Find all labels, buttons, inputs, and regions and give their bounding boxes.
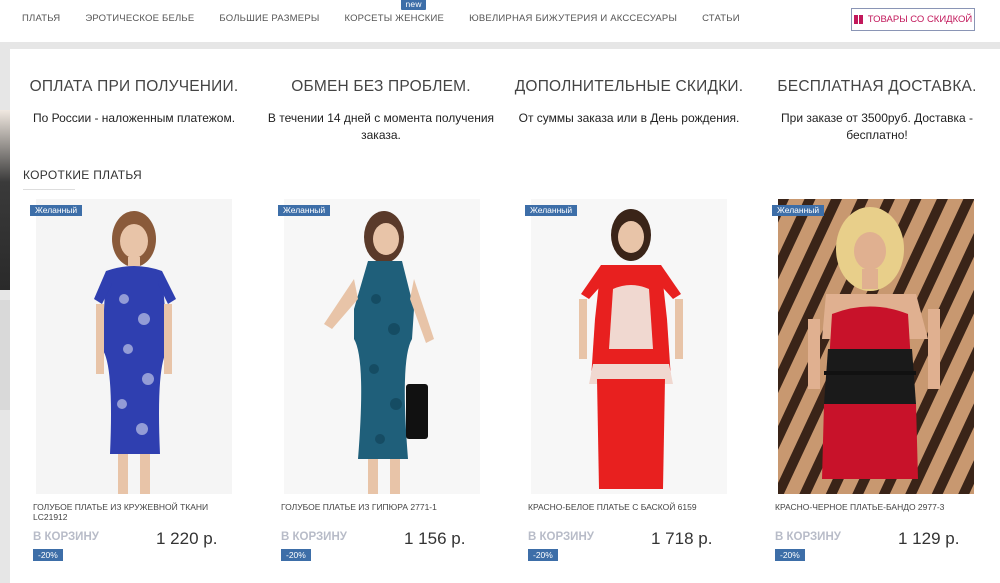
discount-badge: -20%	[281, 549, 311, 561]
section-divider	[23, 189, 75, 190]
feature-title: ОПЛАТА ПРИ ПОЛУЧЕНИИ.	[29, 78, 239, 95]
product-name[interactable]: ГОЛУБОЕ ПЛАТЬЕ ИЗ ГИПЮРА 2771-1	[281, 502, 486, 512]
nav-item-articles[interactable]: СТАТЬИ	[702, 13, 740, 24]
add-to-cart-button[interactable]: В КОРЗИНУ	[775, 531, 841, 543]
sale-items-button[interactable]: ТОВАРЫ СО СКИДКОЙ	[851, 8, 975, 31]
product-tag: Желанный	[30, 205, 83, 216]
feature-delivery: БЕСПЛАТНАЯ ДОСТАВКА. При заказе от 3500р…	[762, 78, 992, 144]
nav-item-corsets[interactable]: КОРСЕТЫ ЖЕНСКИЕ new	[344, 0, 445, 24]
product-tag: Желанный	[772, 205, 825, 216]
nav-item-dresses[interactable]: ПЛАТЬЯ	[22, 13, 60, 24]
top-navigation-bar: ПЛАТЬЯ ЭРОТИЧЕСКОЕ БЕЛЬЕ БОЛЬШИЕ РАЗМЕРЫ…	[0, 0, 1000, 42]
section-title: КОРОТКИЕ ПЛАТЬЯ	[23, 168, 142, 182]
product-price: 1 220 р.	[156, 529, 218, 548]
product-name[interactable]: ГОЛУБОЕ ПЛАТЬЕ ИЗ КРУЖЕВНОЙ ТКАНИ LC2191…	[33, 502, 238, 522]
product-image[interactable]	[778, 199, 974, 494]
nav-item-jewelry[interactable]: ЮВЕЛИРНАЯ БИЖУТЕРИЯ И АКССЕСУАРЫ	[469, 13, 677, 24]
add-to-cart-button[interactable]: В КОРЗИНУ	[33, 531, 99, 543]
sale-items-label: ТОВАРЫ СО СКИДКОЙ	[867, 14, 973, 25]
product-tag: Желанный	[525, 205, 578, 216]
product-price: 1 718 р.	[651, 529, 713, 548]
add-to-cart-button[interactable]: В КОРЗИНУ	[528, 531, 594, 543]
gift-icon	[853, 15, 863, 24]
nav-item-corsets-label: КОРСЕТЫ ЖЕНСКИЕ	[344, 13, 445, 24]
new-badge: new	[401, 0, 426, 10]
feature-text: По России - наложенным платежом.	[32, 111, 236, 125]
product-image[interactable]	[531, 199, 727, 494]
add-to-cart-button[interactable]: В КОРЗИНУ	[281, 531, 347, 543]
feature-payment: ОПЛАТА ПРИ ПОЛУЧЕНИИ. По России - наложе…	[19, 78, 249, 127]
product-tag: Желанный	[278, 205, 331, 216]
discount-badge: -20%	[775, 549, 805, 561]
feature-title: ДОПОЛНИТЕЛЬНЫЕ СКИДКИ.	[514, 78, 744, 95]
nav-item-lingerie[interactable]: ЭРОТИЧЕСКОЕ БЕЛЬЕ	[85, 13, 194, 24]
banner-photo-edge	[0, 110, 10, 290]
product-price: 1 129 р.	[898, 529, 960, 548]
main-menu: ПЛАТЬЯ ЭРОТИЧЕСКОЕ БЕЛЬЕ БОЛЬШИЕ РАЗМЕРЫ…	[22, 0, 765, 24]
banner-photo-edge-lower	[0, 300, 10, 410]
product-image[interactable]	[284, 199, 480, 494]
feature-title: БЕСПЛАТНАЯ ДОСТАВКА.	[777, 78, 977, 95]
feature-text: В течении 14 дней с момента получения за…	[267, 111, 495, 142]
product-price: 1 156 р.	[404, 529, 466, 548]
discount-badge: -20%	[33, 549, 63, 561]
feature-text: От суммы заказа или в День рождения.	[518, 111, 740, 125]
feature-text: При заказе от 3500руб. Доставка - беспла…	[781, 111, 973, 142]
nav-item-plus-size[interactable]: БОЛЬШИЕ РАЗМЕРЫ	[219, 13, 319, 24]
feature-discounts: ДОПОЛНИТЕЛЬНЫЕ СКИДКИ. От суммы заказа и…	[514, 78, 744, 127]
product-name[interactable]: КРАСНО-БЕЛОЕ ПЛАТЬЕ С БАСКОЙ 6159	[528, 502, 733, 512]
discount-badge: -20%	[528, 549, 558, 561]
feature-exchange: ОБМЕН БЕЗ ПРОБЛЕМ. В течении 14 дней с м…	[266, 78, 496, 144]
feature-title: ОБМЕН БЕЗ ПРОБЛЕМ.	[291, 78, 471, 95]
product-name[interactable]: КРАСНО-ЧЕРНОЕ ПЛАТЬЕ-БАНДО 2977-3	[775, 502, 980, 512]
product-image[interactable]	[36, 199, 232, 494]
